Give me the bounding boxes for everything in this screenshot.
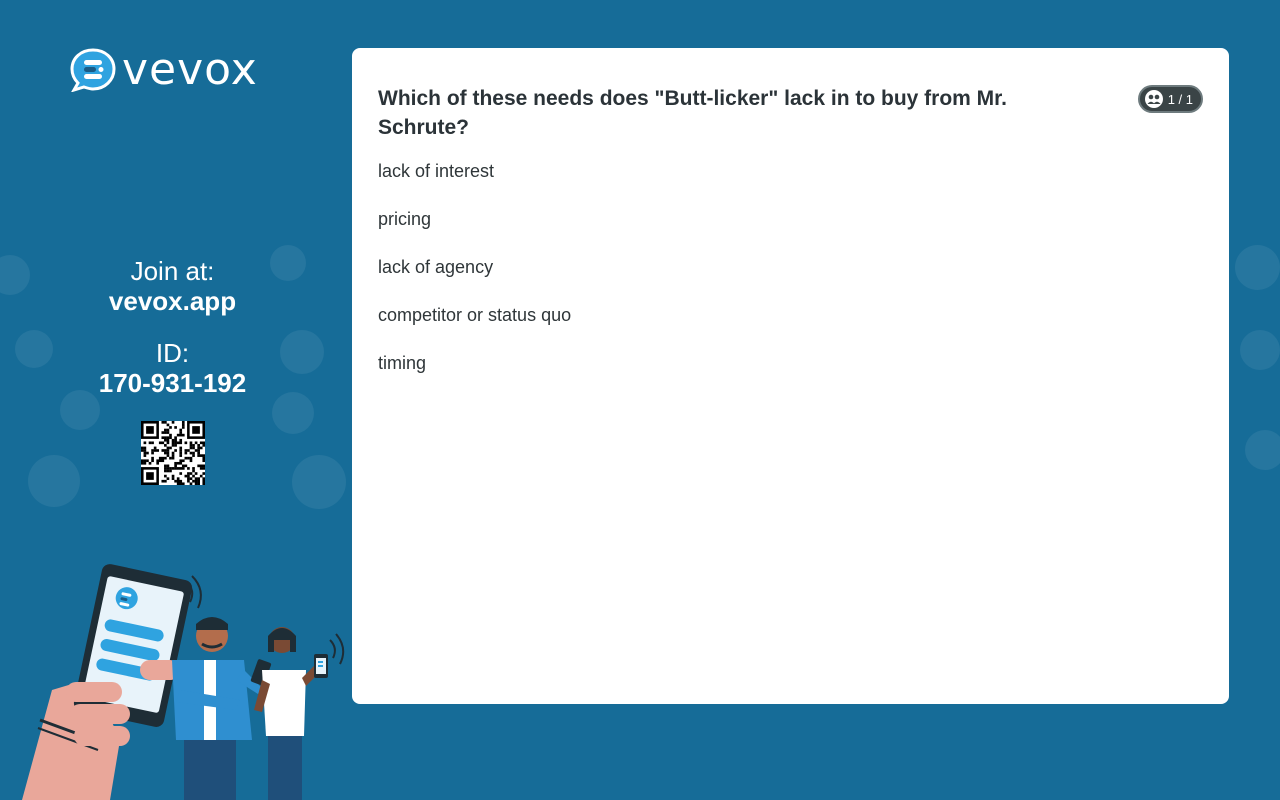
question-counter: 1 / 1 [1167,91,1193,107]
answer-option: lack of interest [378,161,495,181]
answer-options-list: lack of interest pricing lack of agency com… [378,160,571,400]
question-title: Which of these needs does "Butt-licker" … [378,87,1008,139]
logo-wordmark: vevox [122,44,258,95]
question-counter-badge: 1 / 1 [1137,85,1203,113]
answer-option: timing [378,353,427,373]
answer-option: lack of agency [378,257,494,277]
question-card: Which of these needs does "Butt-licker" … [352,48,1229,704]
vevox-chat-bubble-icon [70,48,116,92]
session-id-label: ID: [155,338,190,368]
join-url[interactable]: vevox.app [0,286,345,317]
qr-code [141,421,206,486]
participants-icon [1144,90,1163,108]
answer-option: pricing [378,209,432,229]
people-with-phones-illustration [0,560,352,800]
join-label: Join at: [130,256,215,286]
answer-option: competitor or status quo [378,305,572,325]
session-id-value: 170-931-192 [98,368,247,398]
vevox-logo[interactable]: vevox [70,48,258,92]
